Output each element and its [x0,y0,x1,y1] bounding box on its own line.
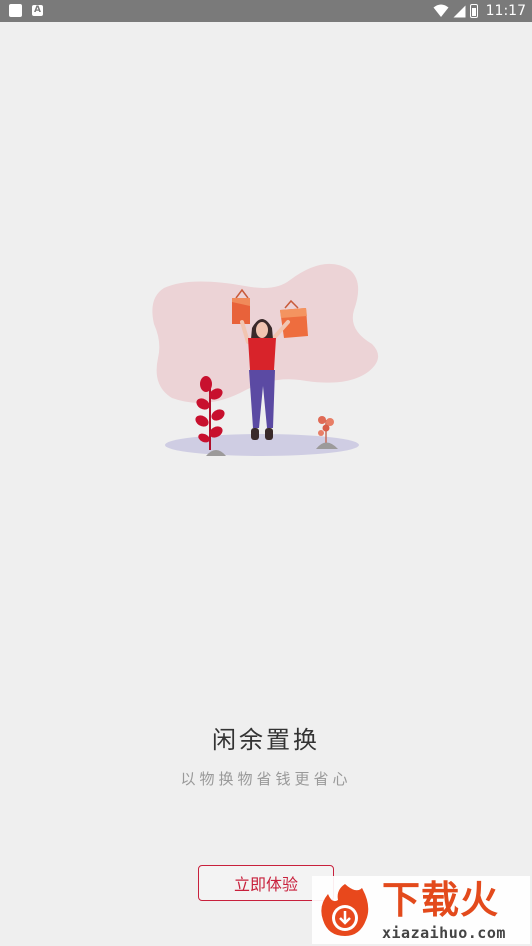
signal-icon [453,5,466,17]
status-bar-right: 11:17 [433,0,526,22]
notification-square-icon [9,4,22,17]
page-subtitle: 以物换物省钱更省心 [180,770,352,788]
watermark: 下载火 xiazaihuo.com [312,876,530,944]
page-title: 闲余置换 [212,726,320,754]
shopping-woman-illustration [152,263,379,456]
wifi-icon [433,4,449,17]
battery-icon [469,4,478,18]
watermark-brand: 下载火 [382,878,500,922]
status-bar: A 11:17 [0,0,532,22]
status-time: 11:17 [485,3,526,19]
flame-logo-icon [321,884,369,936]
a-letter-icon: A [32,5,43,16]
watermark-url: xiazaihuo.com [382,924,506,942]
